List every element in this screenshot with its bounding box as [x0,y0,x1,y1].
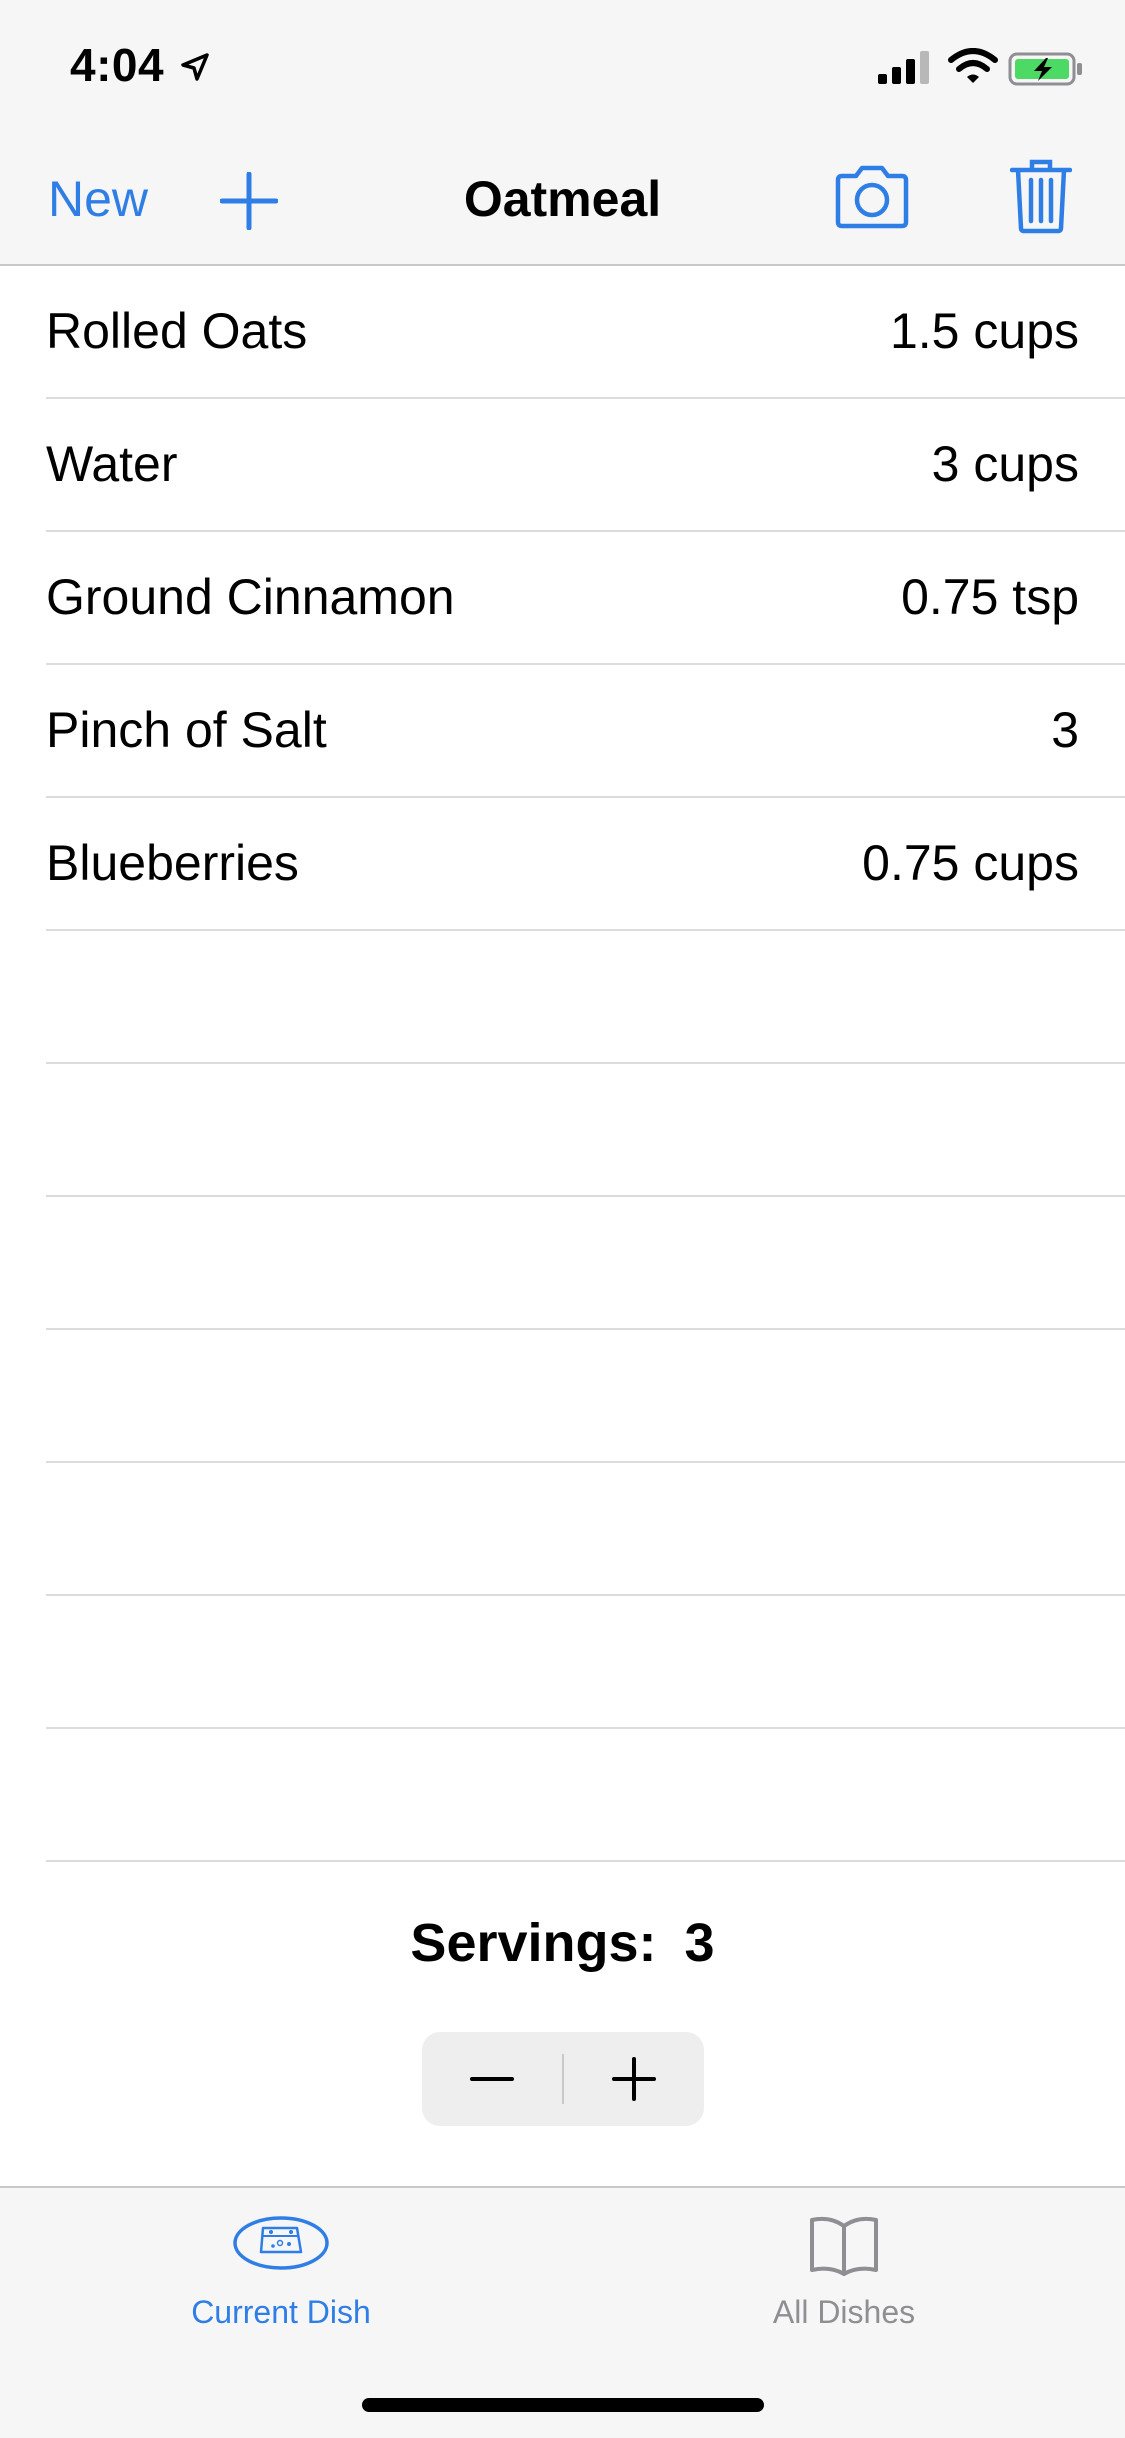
tab-current-dish[interactable]: Current Dish [0,2188,562,2358]
ingredient-name: Blueberries [46,835,299,891]
navigation-bar: New Oatmeal [0,132,1125,266]
ingredient-quantity: 0.75 cups [862,835,1079,891]
empty-row [46,1463,1125,1596]
ingredient-quantity: 3 cups [931,436,1079,492]
home-indicator[interactable] [362,2398,764,2412]
dish-icon [233,2216,329,2270]
tab-label: All Dishes [772,2294,916,2330]
status-time: 4:04 [70,39,165,91]
location-arrow-icon [181,53,209,81]
ingredient-quantity: 1.5 cups [889,303,1079,359]
ingredient-list: Rolled Oats 1.5 cups Water 3 cups Ground… [0,266,1125,1862]
servings-stepper [422,2032,704,2126]
battery-icon [1008,52,1082,86]
tab-all-dishes[interactable]: All Dishes [563,2188,1125,2358]
tab-label: Current Dish [191,2294,371,2330]
status-bar: 4:04 [0,0,1125,132]
minus-icon [470,2077,514,2081]
plus-icon [612,2057,656,2101]
page-title: Oatmeal [463,171,662,227]
empty-row [46,1197,1125,1330]
book-icon [810,2216,878,2276]
ingredient-row[interactable]: Rolled Oats 1.5 cups [46,266,1125,399]
tab-bar: Current Dish All Dishes [0,2186,1125,2438]
empty-row [46,1729,1125,1862]
increment-button[interactable] [564,2032,704,2126]
ingredient-quantity: 3 [1051,702,1079,758]
ingredient-name: Water [46,436,178,492]
decrement-button[interactable] [422,2032,562,2126]
trash-icon[interactable] [1010,158,1072,234]
ingredient-name: Ground Cinnamon [46,569,455,625]
empty-row [46,931,1125,1064]
servings-label: Servings: [410,1913,657,1973]
empty-row [46,1330,1125,1463]
ingredient-name: Pinch of Salt [46,702,327,758]
ingredient-quantity: 0.75 tsp [901,569,1079,625]
ingredient-row[interactable]: Blueberries 0.75 cups [46,798,1125,931]
ingredient-name: Rolled Oats [46,303,308,359]
wifi-icon [948,48,998,83]
camera-icon[interactable] [832,164,912,230]
servings-value: 3 [684,1913,715,1973]
cellular-signal-icon [878,51,929,84]
ingredient-row[interactable]: Pinch of Salt 3 [46,665,1125,798]
empty-row [46,1064,1125,1197]
ingredient-row[interactable]: Water 3 cups [46,399,1125,532]
empty-row [46,1596,1125,1729]
ingredient-row[interactable]: Ground Cinnamon 0.75 tsp [46,532,1125,665]
servings-display: Servings: 3 [0,1912,1125,1974]
